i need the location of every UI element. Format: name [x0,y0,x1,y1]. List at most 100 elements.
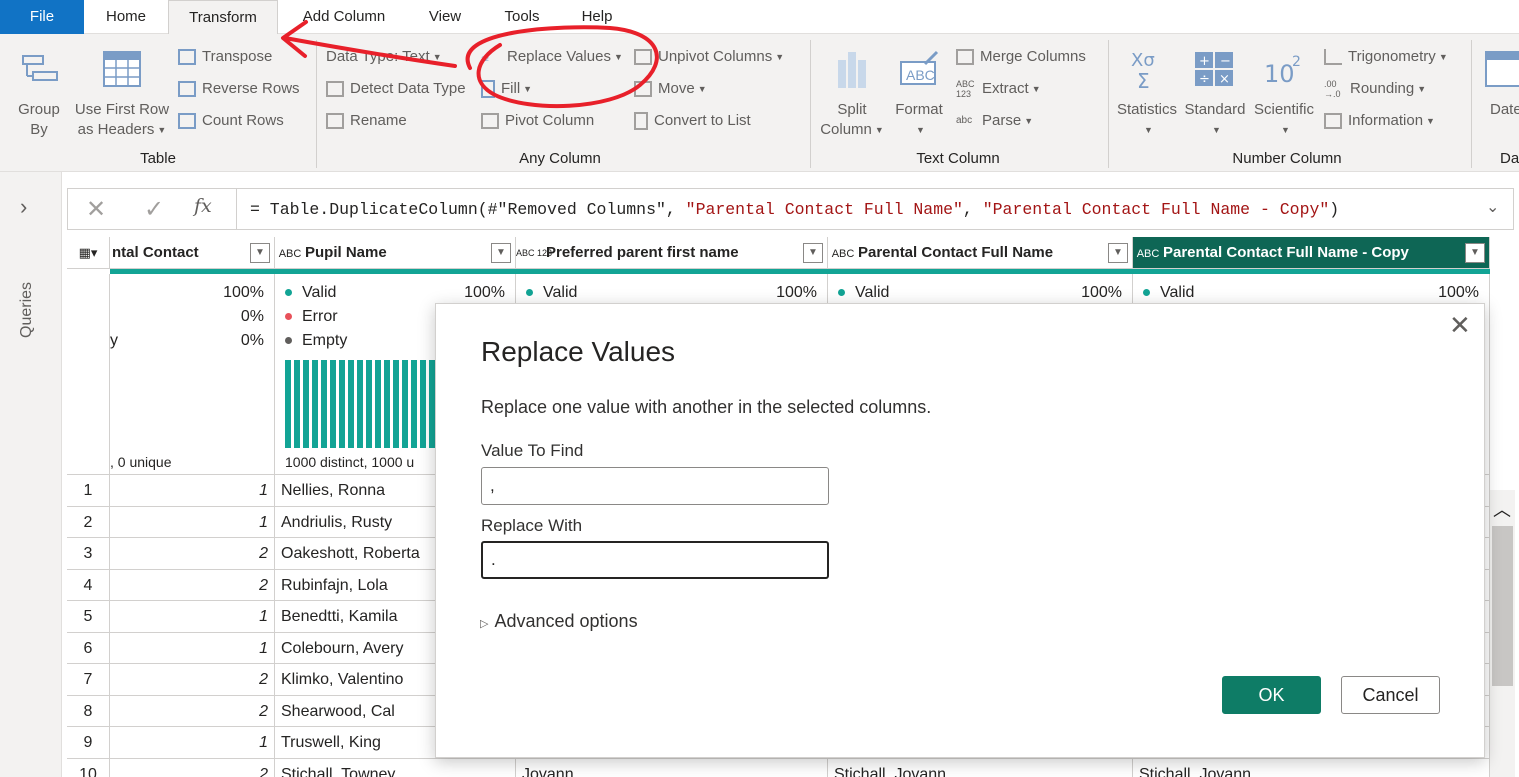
group-by-button[interactable]: Group By [10,50,68,140]
confirm-formula-icon[interactable]: ✓ [144,195,164,224]
advanced-options-toggle[interactable]: ▷ Advanced options [480,611,638,632]
queries-pane: › Queries [0,172,62,777]
group-label-any-column: Any Column [519,150,601,167]
fill-button[interactable]: Fill ▼ [481,77,532,101]
ribbon-separator [1108,40,1109,168]
cell-parental-contact[interactable]: 2 [110,664,275,696]
row-number[interactable]: 4 [67,569,110,601]
date-button[interactable]: Date [1482,50,1519,120]
queries-label-wrap: Queries [18,276,42,356]
row-number[interactable]: 5 [67,601,110,633]
row-number[interactable]: 3 [67,538,110,570]
column-filter-dropdown-icon[interactable]: ▼ [803,243,823,263]
data-type-dropdown[interactable]: Data Type: Text ▼ [326,45,442,69]
column-filter-dropdown-icon[interactable]: ▼ [1465,243,1485,263]
ok-button[interactable]: OK [1222,676,1321,714]
cancel-formula-icon[interactable]: ✕ [86,195,106,224]
cell-parental-contact-full-name-copy[interactable]: Stichall, Jovann [1133,758,1490,777]
group-by-icon [22,55,58,81]
trigonometry-button[interactable]: Trigonometry ▼ [1324,45,1448,69]
cell-parental-contact[interactable]: 1 [110,632,275,664]
format-caret: ▼ [916,125,925,136]
unpivot-columns-button[interactable]: Unpivot Columns ▼ [634,45,784,69]
transpose-button[interactable]: Transpose [178,45,272,69]
cell-parental-contact[interactable]: 1 [110,475,275,507]
reverse-rows-button[interactable]: Reverse Rows [178,77,300,101]
tab-help[interactable]: Help [568,0,626,34]
expand-formula-icon[interactable]: ⌄ [1486,197,1499,217]
pivot-column-button[interactable]: Pivot Column [481,109,594,133]
table-menu-icon[interactable]: ▦▾ [67,237,110,269]
column-filter-dropdown-icon[interactable]: ▼ [250,243,270,263]
cell-parental-contact[interactable]: 1 [110,601,275,633]
move-button[interactable]: Move ▼ [634,77,707,101]
close-icon[interactable]: ✕ [1449,310,1471,341]
format-button[interactable]: ABC Format ▼ [890,50,948,140]
tab-add-column[interactable]: Add Column [286,0,402,34]
replace-values-button[interactable]: ₁₂ Replace Values ▼ [481,45,623,69]
tab-tools[interactable]: Tools [492,0,552,34]
column-filter-dropdown-icon[interactable]: ▼ [1108,243,1128,263]
statistics-button[interactable]: Xσ Σ Statistics ▼ [1114,50,1180,140]
value-to-find-input[interactable] [481,467,829,505]
row-number[interactable]: 9 [67,727,110,759]
scientific-button[interactable]: 10 2 Scientific ▼ [1250,50,1318,140]
column-filter-dropdown-icon[interactable]: ▼ [491,243,511,263]
tab-file[interactable]: File [0,0,84,34]
detect-data-type-button[interactable]: Detect Data Type [326,77,466,101]
rounding-button[interactable]: .00 →.0 Rounding ▼ [1324,77,1426,101]
rename-icon [326,113,344,130]
row-number[interactable]: 2 [67,506,110,538]
information-button[interactable]: Information ▼ [1324,109,1435,133]
tab-home[interactable]: Home [84,0,168,34]
convert-to-list-button[interactable]: Convert to List [634,109,751,133]
svg-text:Xσ: Xσ [1131,50,1155,71]
scroll-up-icon[interactable]: ︿ [1493,496,1511,522]
cell-parental-contact-full-name[interactable]: Stichall, Jovann [828,758,1133,777]
column-header-parental-contact[interactable]: ntal Contact ▼ [110,237,275,269]
expand-triangle-icon: ▷ [480,618,489,630]
cell-parental-contact[interactable]: 2 [110,758,275,777]
scrollbar-thumb[interactable] [1492,526,1513,686]
cell-parental-contact[interactable]: 1 [110,506,275,538]
profile-error-row: 0% [240,308,264,325]
column-header-parental-contact-full-name[interactable]: ABC Parental Contact Full Name ▼ [828,237,1133,269]
extract-button[interactable]: ABC 123 Extract ▼ [956,77,1041,101]
row-number[interactable]: 1 [67,475,110,507]
cancel-button[interactable]: Cancel [1341,676,1440,714]
ribbon-tab-bar: File Home Transform Add Column View Tool… [0,0,1519,35]
svg-text:÷: ÷ [1199,72,1210,87]
cell-parental-contact[interactable]: 2 [110,538,275,570]
count-rows-button[interactable]: Count Rows [178,109,284,133]
use-first-row-button[interactable]: Use First Row as Headers ▼ [72,50,172,140]
column-header-parental-contact-full-name-copy[interactable]: ABC Parental Contact Full Name - Copy ▼ [1133,237,1490,269]
row-number[interactable]: 7 [67,664,110,696]
format-label: Format [895,101,943,118]
row-number[interactable]: 8 [67,695,110,727]
parse-button[interactable]: abc Parse ▼ [956,109,1033,133]
cell-parental-contact[interactable]: 2 [110,569,275,601]
cell-pupil-name[interactable]: Stichall, Towney [275,758,516,777]
vertical-scrollbar[interactable]: ︿ [1490,490,1515,777]
standard-icon: + − ÷ × [1195,52,1233,87]
pivot-column-icon [481,113,499,130]
reverse-rows-icon [178,81,196,98]
standard-button[interactable]: + − ÷ × Standard ▼ [1182,50,1248,140]
rename-button[interactable]: Rename [326,109,407,133]
cell-parental-contact[interactable]: 2 [110,695,275,727]
column-header-pupil-name[interactable]: ABC Pupil Name ▼ [275,237,516,269]
expand-queries-icon[interactable]: › [20,194,27,220]
tab-view[interactable]: View [414,0,476,34]
merge-columns-button[interactable]: Merge Columns [956,45,1086,69]
cell-preferred-parent-first-name[interactable]: Jovann [516,758,828,777]
profile-rownum-area [67,274,110,475]
column-header-preferred-parent-first-name[interactable]: ABC 123Preferred parent first name ▼ [516,237,828,269]
tab-transform[interactable]: Transform [168,0,278,35]
replace-with-input[interactable] [481,541,829,579]
cell-parental-contact[interactable]: 1 [110,727,275,759]
row-number[interactable]: 6 [67,632,110,664]
row-number[interactable]: 10 [67,758,110,777]
formula-input[interactable]: = Table.DuplicateColumn(#"Removed Column… [250,200,1339,219]
split-label-1: Split [837,101,867,118]
split-column-button[interactable]: Split Column ▼ [816,50,888,140]
